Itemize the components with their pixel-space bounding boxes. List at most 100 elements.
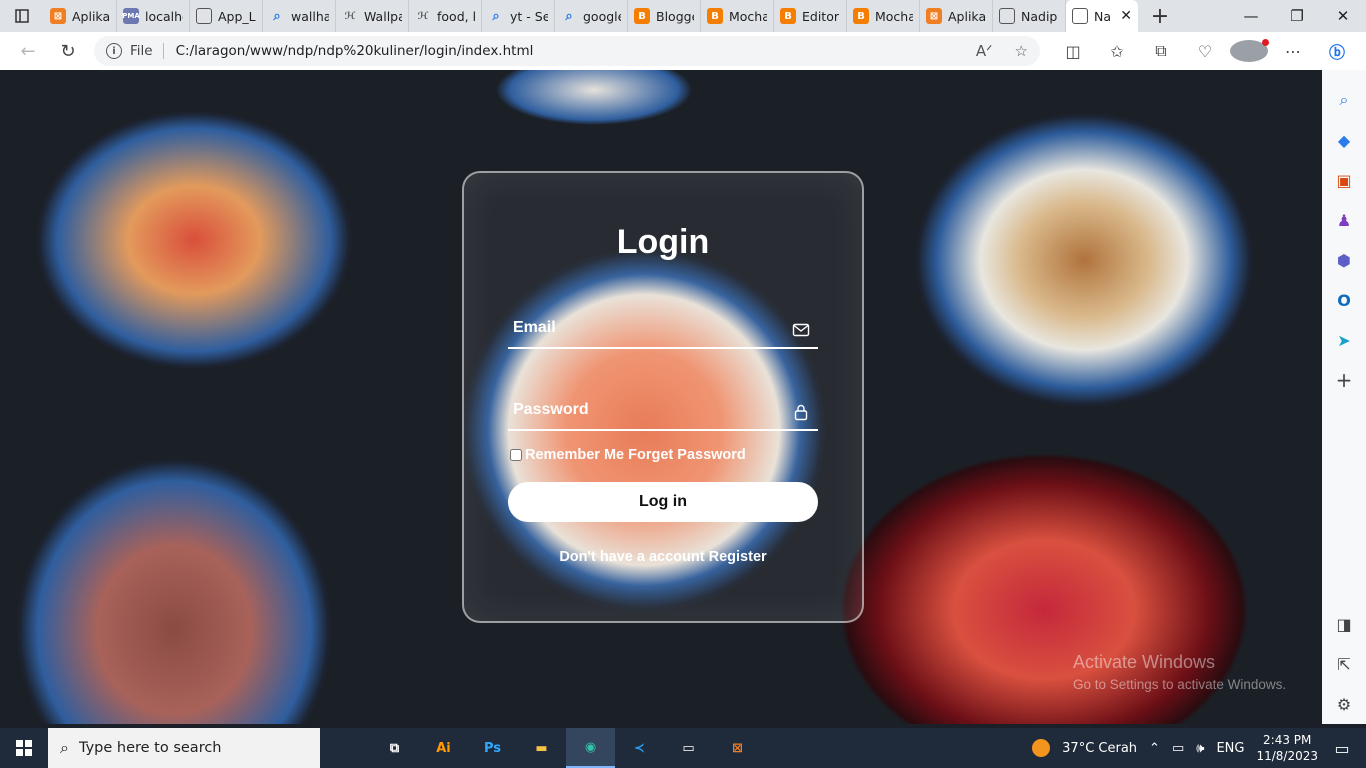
remember-me-label[interactable]: Remember Me Forget Password xyxy=(525,447,746,463)
address-bar[interactable]: i File C:/laragon/www/ndp/ndp%20kuliner/… xyxy=(94,36,1040,66)
mail-icon xyxy=(792,323,810,337)
clock[interactable]: 2:43 PM 11/8/2023 xyxy=(1256,732,1318,764)
vscode-icon[interactable]: ≺ xyxy=(615,728,664,768)
minimize-button[interactable]: — xyxy=(1228,0,1274,32)
browser-tab[interactable]: ⌕yt - Sea xyxy=(482,0,555,32)
email-input[interactable] xyxy=(508,309,818,347)
browser-tab[interactable]: B Editor xyxy=(774,0,847,32)
activate-windows-watermark: Activate Windows Go to Settings to activ… xyxy=(1073,652,1286,692)
settings-gear-icon[interactable]: ⚙ xyxy=(1322,684,1366,724)
shopping-tag-icon[interactable]: ◆ xyxy=(1322,120,1366,160)
copilot-icon[interactable]: ⓑ xyxy=(1318,39,1356,63)
taskbar-search[interactable]: ⌕ Type here to search xyxy=(48,728,320,768)
back-arrow-icon: ← xyxy=(20,40,36,62)
open-external-icon[interactable]: ⇱ xyxy=(1322,644,1366,684)
browser-tab-active[interactable]: Na ✕ xyxy=(1066,0,1138,32)
sidebar-toggle-icon[interactable]: ◨ xyxy=(1322,604,1366,644)
weather-text[interactable]: 37°C Cerah xyxy=(1062,741,1137,756)
edge-browser-icon[interactable]: ◉ xyxy=(566,728,615,768)
password-field-wrapper xyxy=(508,391,818,431)
photoshop-icon[interactable]: Ps xyxy=(468,728,517,768)
register-link[interactable]: Register xyxy=(709,549,767,565)
browser-tab[interactable]: ⊠Aplikas xyxy=(44,0,117,32)
show-hidden-icons-icon[interactable]: ⌃ xyxy=(1149,741,1160,756)
reload-icon: ↻ xyxy=(60,40,76,62)
search-icon: ⌕ xyxy=(492,8,500,24)
task-view-icon[interactable]: ⧉ xyxy=(370,728,419,768)
login-card: Login Remember Me Forget Password Log in… xyxy=(462,171,864,623)
url-text[interactable]: C:/laragon/www/ndp/ndp%20kuliner/login/i… xyxy=(176,43,534,59)
blogger-icon: B xyxy=(780,8,796,24)
language-indicator[interactable]: ENG xyxy=(1216,741,1244,756)
close-tab-icon[interactable]: ✕ xyxy=(1120,8,1132,24)
plus-icon: + xyxy=(1150,3,1170,29)
hexo-icon: ℋ xyxy=(344,10,356,22)
search-icon: ⌕ xyxy=(60,738,69,757)
xampp-icon: ⊠ xyxy=(926,8,942,24)
browser-tab[interactable]: ⊠Aplikas xyxy=(920,0,993,32)
blogger-icon: B xyxy=(853,8,869,24)
xampp-icon[interactable]: ⊠ xyxy=(713,728,762,768)
taskbar-search-placeholder: Type here to search xyxy=(78,740,222,756)
password-input[interactable] xyxy=(508,391,818,429)
illustrator-icon[interactable]: Ai xyxy=(419,728,468,768)
browser-tab[interactable]: PMAlocalhc xyxy=(117,0,190,32)
collections-icon[interactable]: ⧉ xyxy=(1142,39,1180,63)
info-icon[interactable]: i xyxy=(106,43,122,59)
windows-logo-icon xyxy=(16,740,32,756)
tools-briefcase-icon[interactable]: ▣ xyxy=(1322,160,1366,200)
weather-sun-icon xyxy=(1032,739,1051,757)
favorite-star-icon[interactable]: ☆ xyxy=(1015,42,1028,60)
page-viewport: Login Remember Me Forget Password Log in… xyxy=(4,70,1322,724)
tab-actions-button[interactable] xyxy=(0,0,44,32)
restore-button[interactable]: ❐ xyxy=(1274,0,1320,32)
page-icon xyxy=(999,8,1015,24)
tab-actions-icon xyxy=(15,9,29,23)
xampp-icon: ⊠ xyxy=(50,8,66,24)
back-button[interactable]: ← xyxy=(8,36,48,66)
browser-tab[interactable]: ℋ Wallpa xyxy=(336,0,409,32)
login-button[interactable]: Log in xyxy=(508,482,818,522)
clock-time: 2:43 PM xyxy=(1263,733,1312,747)
edge-sidebar: ⌕ ◆ ▣ ♟ ⬢ O ➤ + ◨ ⇱ ⚙ xyxy=(1322,70,1366,724)
browser-tab[interactable]: App_Lo xyxy=(190,0,263,32)
microsoft-365-icon[interactable]: ⬢ xyxy=(1322,240,1366,280)
reload-button[interactable]: ↻ xyxy=(48,36,88,66)
browser-tab[interactable]: ⌕wallhav xyxy=(263,0,336,32)
blogger-icon: B xyxy=(634,8,650,24)
outlook-icon[interactable]: O xyxy=(1322,280,1366,320)
remember-me-checkbox[interactable] xyxy=(510,449,522,461)
search-icon[interactable]: ⌕ xyxy=(1322,80,1366,120)
more-menu-icon[interactable]: ⋯ xyxy=(1274,39,1312,63)
games-icon[interactable]: ♟ xyxy=(1322,200,1366,240)
new-tab-button[interactable]: + xyxy=(1138,0,1182,32)
watermark-title: Activate Windows xyxy=(1073,652,1216,672)
terminal-icon[interactable]: ▭ xyxy=(664,728,713,768)
browser-tab[interactable]: BBlogge xyxy=(628,0,701,32)
page-icon xyxy=(1072,8,1088,24)
volume-icon[interactable]: 🕪 xyxy=(1196,741,1204,756)
browser-tab[interactable]: ℋfood, k xyxy=(409,0,482,32)
blogger-icon: B xyxy=(707,8,723,24)
start-button[interactable] xyxy=(0,728,48,768)
split-screen-icon[interactable]: ◫ xyxy=(1054,39,1092,63)
send-icon[interactable]: ➤ xyxy=(1322,320,1366,360)
close-window-button[interactable]: ✕ xyxy=(1320,0,1366,32)
notification-icon[interactable]: ▭ xyxy=(1330,739,1354,758)
browser-tab[interactable]: B Mocha xyxy=(701,0,774,32)
add-icon[interactable]: + xyxy=(1322,360,1366,400)
hexo-icon: ℋ xyxy=(417,10,429,22)
network-icon[interactable]: ▭ xyxy=(1172,741,1184,756)
browser-tab[interactable]: ⌕google xyxy=(555,0,628,32)
browser-essentials-icon[interactable]: ♡ xyxy=(1186,39,1224,63)
file-explorer-icon[interactable]: ▬ xyxy=(517,728,566,768)
remember-me-row: Remember Me Forget Password xyxy=(510,447,746,463)
favorites-icon[interactable]: ✩ xyxy=(1098,39,1136,63)
login-title: Login xyxy=(616,223,710,261)
profile-button[interactable] xyxy=(1230,39,1269,63)
browser-tab[interactable]: B Mocha xyxy=(847,0,920,32)
watermark-subtitle: Go to Settings to activate Windows. xyxy=(1073,677,1287,692)
read-aloud-icon[interactable]: Aᐟ xyxy=(976,42,993,60)
pma-icon: PMA xyxy=(122,8,140,24)
browser-tab[interactable]: Nadip xyxy=(993,0,1066,32)
